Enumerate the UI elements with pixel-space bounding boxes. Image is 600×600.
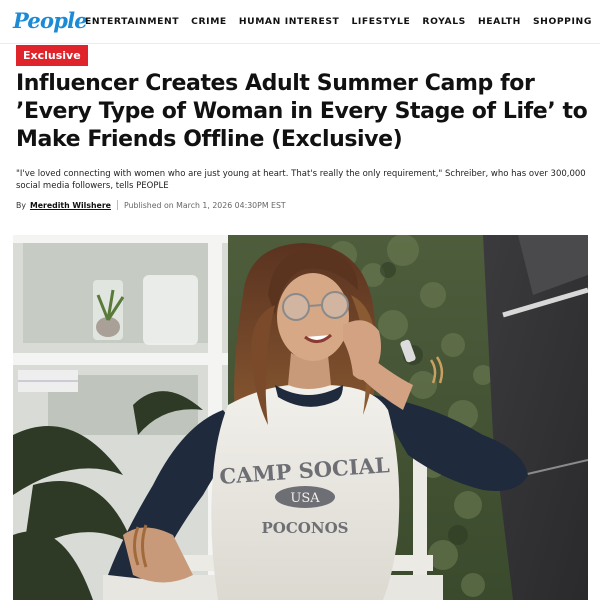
hero-image[interactable]: CAMP SOCIAL USA POCONOS <box>13 235 588 600</box>
nav-item-crime[interactable]: CRIME <box>191 16 227 27</box>
exclusive-badge[interactable]: Exclusive <box>16 45 88 66</box>
nav-item-lifestyle[interactable]: LIFESTYLE <box>351 16 410 27</box>
main-nav: ENTERTAINMENT CRIME HUMAN INTEREST LIFES… <box>85 16 592 27</box>
byline: By Meredith Wilshere Published on March … <box>16 200 286 210</box>
site-header: People ENTERTAINMENT CRIME HUMAN INTERES… <box>0 0 600 44</box>
shirt-text-usa: USA <box>290 491 320 506</box>
hero-photo-illustration: CAMP SOCIAL USA POCONOS <box>13 235 588 600</box>
people-logo[interactable]: People <box>13 8 88 33</box>
shirt-text-poconos: POCONOS <box>262 519 349 537</box>
published-date: Published on March 1, 2026 04:30PM EST <box>123 200 286 210</box>
nav-item-royals[interactable]: ROYALS <box>422 16 466 27</box>
byline-divider <box>116 200 118 210</box>
nav-item-health[interactable]: HEALTH <box>478 16 521 27</box>
author-link[interactable]: Meredith Wilshere <box>30 201 111 210</box>
byline-prefix: By <box>16 200 26 210</box>
nav-item-shopping[interactable]: SHOPPING <box>533 16 592 27</box>
article-dek: "I've loved connecting with women who ar… <box>16 169 586 191</box>
nav-item-entertainment[interactable]: ENTERTAINMENT <box>85 16 179 27</box>
article-headline: Influencer Creates Adult Summer Camp for… <box>16 71 588 152</box>
nav-item-human-interest[interactable]: HUMAN INTEREST <box>239 16 340 27</box>
